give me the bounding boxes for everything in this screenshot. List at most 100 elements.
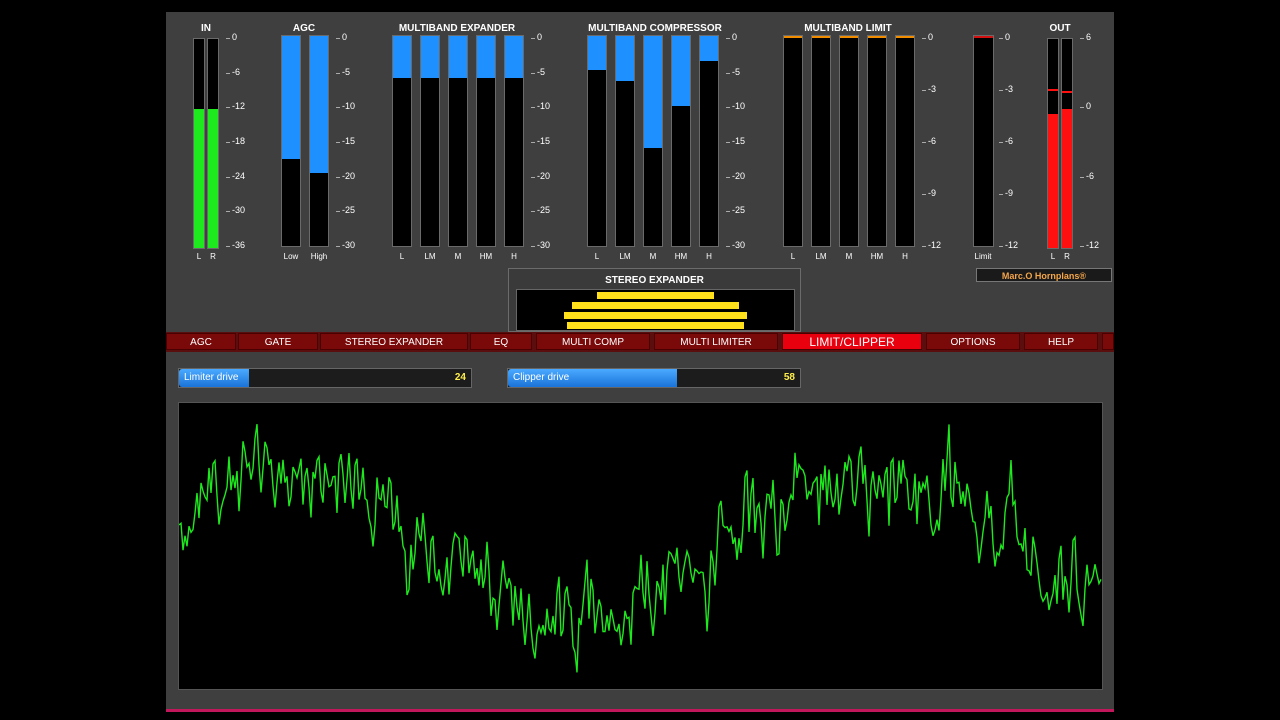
expander-meter-fill bbox=[477, 36, 495, 78]
tab-gate[interactable]: GATE bbox=[238, 333, 318, 350]
limit-label-h: H bbox=[902, 252, 908, 261]
agc-tick-label: -20 bbox=[342, 170, 356, 181]
limit-tick-line bbox=[922, 142, 926, 143]
clipper-drive-slider[interactable]: Clipper drive 58 bbox=[507, 368, 801, 388]
expander-meter-hm bbox=[476, 35, 496, 247]
compressor-meter-fill bbox=[644, 36, 662, 148]
compressor-meter-fill bbox=[700, 36, 718, 62]
out-tick-line bbox=[1080, 38, 1084, 39]
expander-label-hm: HM bbox=[479, 252, 493, 261]
agc-meter-low bbox=[281, 35, 301, 247]
limiter-drive-slider[interactable]: Limiter drive 24 bbox=[178, 368, 472, 388]
compressor-label-h: H bbox=[706, 252, 712, 261]
in-tick-label: 0 bbox=[232, 32, 238, 42]
expander-label-lm: LM bbox=[424, 252, 436, 261]
stereo-expander-bar bbox=[566, 322, 745, 329]
tab-agc[interactable]: AGC bbox=[166, 333, 236, 350]
final-limit-meter bbox=[973, 35, 994, 247]
limit-tick-label: -12 bbox=[928, 240, 942, 250]
tab-multi-comp[interactable]: MULTI COMP bbox=[536, 333, 650, 350]
tab-options[interactable]: OPTIONS bbox=[926, 333, 1020, 350]
expander-tick-line bbox=[531, 176, 535, 178]
tab-limit-clipper[interactable]: LIMIT/CLIPPER bbox=[782, 333, 922, 350]
agc-tick-line bbox=[336, 107, 340, 109]
compressor-tick-line bbox=[726, 142, 730, 143]
expander-tick-label: -25 bbox=[537, 205, 551, 216]
final-limit-tick-line bbox=[999, 38, 1003, 39]
in-tick-line bbox=[226, 211, 230, 213]
out-label-right: R bbox=[1064, 252, 1070, 261]
agc-meter-title: AGC bbox=[292, 23, 316, 34]
stereo-expander-panel: STEREO EXPANDER bbox=[508, 268, 801, 332]
out-meter-left bbox=[1047, 38, 1059, 249]
expander-meter-fill bbox=[505, 36, 523, 78]
compressor-tick-line bbox=[726, 38, 730, 39]
expander-meter-fill bbox=[421, 36, 439, 78]
compressor-meter-fill bbox=[616, 36, 634, 81]
compressor-label-lm: LM bbox=[619, 252, 631, 261]
expander-tick-line bbox=[531, 211, 535, 213]
out-tick-label: 0 bbox=[1086, 101, 1092, 112]
out-meter-title: OUT bbox=[1049, 23, 1071, 34]
expander-meter-lm bbox=[420, 35, 440, 247]
final-limit-tick-label: -3 bbox=[1005, 84, 1014, 94]
limiter-drive-label: Limiter drive bbox=[184, 372, 239, 383]
out-tick-label: -12 bbox=[1086, 240, 1100, 250]
tab-eq[interactable]: EQ bbox=[470, 333, 532, 350]
compressor-tick-label: 0 bbox=[732, 32, 738, 42]
tab-overflow[interactable] bbox=[1102, 333, 1114, 350]
in-tick-label: -12 bbox=[232, 101, 246, 112]
in-tick-line bbox=[226, 107, 230, 109]
in-tick-label: -30 bbox=[232, 205, 246, 216]
compressor-meter-m bbox=[643, 35, 663, 247]
limit-label-lm: LM bbox=[815, 252, 827, 261]
agc-tick-line bbox=[336, 142, 340, 143]
bottom-accent-line bbox=[166, 709, 1114, 712]
tab-multi-limiter[interactable]: MULTI LIMITER bbox=[654, 333, 778, 350]
in-meter-title: IN bbox=[201, 23, 211, 34]
limit-meter-fill bbox=[784, 36, 802, 38]
compressor-tick-label: -30 bbox=[732, 240, 746, 250]
stereo-expander-bar bbox=[572, 302, 739, 309]
compressor-tick-line bbox=[726, 176, 730, 178]
agc-tick-label: -30 bbox=[342, 240, 356, 250]
agc-tick-label: -15 bbox=[342, 136, 356, 146]
expander-meter-m bbox=[448, 35, 468, 247]
compressor-meter-lm bbox=[615, 35, 635, 247]
agc-tick-line bbox=[336, 38, 340, 39]
in-tick-label: -6 bbox=[232, 66, 241, 77]
in-meter-right-fill bbox=[208, 108, 218, 248]
final-limit-tick-line bbox=[999, 142, 1003, 143]
limit-meter-fill bbox=[896, 36, 914, 38]
compressor-tick-label: -15 bbox=[732, 136, 746, 146]
compressor-tick-label: -25 bbox=[732, 205, 746, 216]
final-limit-tick-label: -6 bbox=[1005, 136, 1014, 146]
stereo-expander-display bbox=[516, 289, 795, 331]
expander-tick-label: 0 bbox=[537, 32, 543, 42]
in-tick-line bbox=[226, 246, 230, 247]
waveform-svg bbox=[178, 424, 1102, 673]
limit-tick-line bbox=[922, 90, 926, 91]
limit-meter-l bbox=[783, 35, 803, 247]
limit-meter-fill bbox=[868, 36, 886, 38]
agc-tick-label: -10 bbox=[342, 101, 356, 112]
out-tick-line bbox=[1080, 246, 1084, 247]
tab-stereo-expander[interactable]: STEREO EXPANDER bbox=[320, 333, 468, 350]
clipper-drive-value: 58 bbox=[783, 372, 795, 383]
final-limit-label: Limit bbox=[974, 252, 992, 261]
out-meter-left-fill bbox=[1048, 114, 1058, 248]
expander-meter-l bbox=[392, 35, 412, 247]
final-limit-tick-line bbox=[999, 246, 1003, 247]
out-meter-right bbox=[1061, 38, 1073, 249]
compressor-tick-label: -20 bbox=[732, 170, 746, 181]
expander-tick-label: -30 bbox=[537, 240, 551, 250]
tab-help[interactable]: HELP bbox=[1024, 333, 1098, 350]
agc-tick-line bbox=[336, 246, 340, 247]
agc-meter-low-fill bbox=[282, 36, 300, 159]
agc-label-high: High bbox=[310, 252, 328, 261]
expander-label-h: H bbox=[511, 252, 517, 261]
stereo-expander-title: STEREO EXPANDER bbox=[605, 275, 704, 286]
limit-meter-fill bbox=[840, 36, 858, 38]
compressor-meter-h bbox=[699, 35, 719, 247]
limit-meter-h bbox=[895, 35, 915, 247]
